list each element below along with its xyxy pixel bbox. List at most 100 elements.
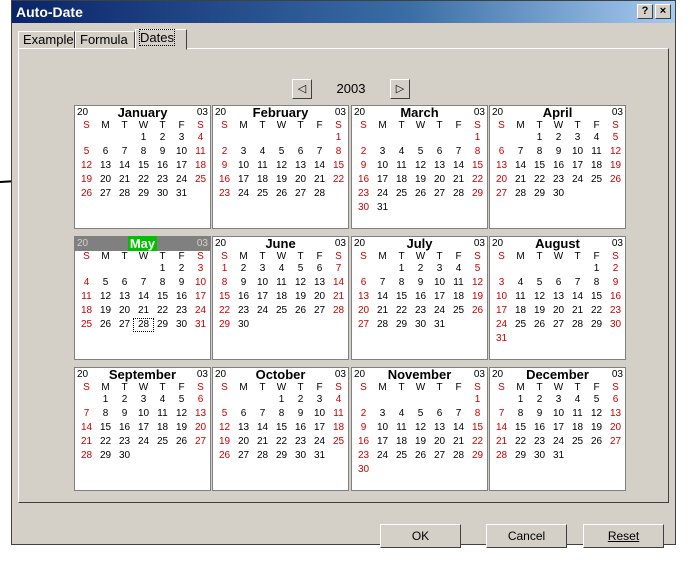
day-cell[interactable]: 20 [430,174,449,186]
day-cell[interactable]: 14 [310,160,329,172]
day-cell[interactable]: 18 [272,291,291,303]
day-cell[interactable]: 28 [492,450,511,462]
day-cell[interactable]: 16 [291,422,310,434]
day-cell[interactable]: 30 [549,188,568,200]
day-cell[interactable]: 16 [606,291,625,303]
day-cell[interactable]: 18 [329,422,348,434]
day-cell[interactable]: 13 [291,160,310,172]
day-cell[interactable]: 2 [291,394,310,406]
day-cell[interactable]: 29 [511,450,530,462]
day-cell[interactable]: 7 [329,263,348,275]
day-cell[interactable]: 4 [191,132,210,144]
day-cell[interactable]: 17 [373,436,392,448]
day-cell[interactable]: 5 [468,263,487,275]
day-cell[interactable]: 3 [430,263,449,275]
day-cell[interactable]: 11 [449,277,468,289]
day-cell[interactable]: 15 [272,422,291,434]
day-cell[interactable]: 28 [568,319,587,331]
day-cell[interactable]: 11 [329,408,348,420]
day-cell[interactable]: 14 [449,422,468,434]
day-cell[interactable]: 26 [291,305,310,317]
day-cell[interactable]: 3 [234,146,253,158]
day-cell[interactable]: 19 [468,291,487,303]
day-cell[interactable]: 12 [172,408,191,420]
day-cell[interactable]: 31 [492,333,511,345]
month-calendar-february[interactable]: 20 February 03 S M T W T F S 1 2 3 4 5 6 7 8 9 10 11 12 13 14 15… [212,105,349,229]
day-cell[interactable]: 11 [587,146,606,158]
day-cell[interactable]: 8 [468,408,487,420]
day-cell[interactable]: 11 [272,277,291,289]
day-cell[interactable]: 24 [492,319,511,331]
day-cell[interactable]: 22 [134,174,153,186]
day-cell[interactable]: 24 [373,188,392,200]
day-cell[interactable]: 7 [511,146,530,158]
day-cell[interactable]: 10 [373,160,392,172]
day-cell[interactable]: 13 [549,291,568,303]
month-calendar-july[interactable]: 20 July 03 S M T W T F S 1 2 3 4 5 6 7 8 9 10 11 12 13 14 15 16 17… [351,236,488,360]
day-cell[interactable]: 24 [134,436,153,448]
day-cell[interactable]: 5 [272,146,291,158]
day-cell[interactable]: 11 [568,408,587,420]
day-cell[interactable]: 1 [587,263,606,275]
day-cell[interactable]: 15 [468,422,487,434]
day-cell[interactable]: 7 [134,277,153,289]
day-cell[interactable]: 21 [373,305,392,317]
day-cell[interactable]: 12 [291,277,310,289]
day-cell[interactable]: 20 [191,422,210,434]
day-cell[interactable]: 3 [172,132,191,144]
day-cell[interactable]: 18 [153,422,172,434]
month-calendar-november[interactable]: 20 November 03 S M T W T F S 1 2 3 4 5 6 7 8 9 10 11 12 13 14 15… [351,367,488,491]
day-cell[interactable]: 17 [373,174,392,186]
day-cell[interactable]: 2 [172,263,191,275]
day-cell[interactable]: 13 [310,277,329,289]
day-cell[interactable]: 21 [449,174,468,186]
tab-dates[interactable]: Dates [135,29,187,50]
day-cell[interactable]: 21 [115,174,134,186]
day-cell[interactable]: 2 [234,263,253,275]
day-cell[interactable]: 23 [115,436,134,448]
day-cell[interactable]: 30 [530,450,549,462]
day-cell[interactable]: 6 [430,408,449,420]
day-cell[interactable]: 10 [234,160,253,172]
day-cell[interactable]: 4 [253,146,272,158]
day-cell[interactable]: 3 [492,277,511,289]
day-cell[interactable]: 18 [587,160,606,172]
day-cell[interactable]: 30 [606,319,625,331]
day-cell[interactable]: 6 [430,146,449,158]
day-cell[interactable]: 4 [329,394,348,406]
day-cell[interactable]: 3 [310,394,329,406]
day-cell[interactable]: 26 [96,319,115,331]
day-cell[interactable]: 1 [215,263,234,275]
day-cell[interactable]: 23 [411,305,430,317]
day-cell[interactable]: 6 [354,277,373,289]
day-cell[interactable]: 31 [373,202,392,214]
day-cell[interactable]: 25 [77,319,96,331]
day-cell[interactable]: 21 [253,436,272,448]
day-cell[interactable]: 21 [511,174,530,186]
day-cell[interactable]: 14 [115,160,134,172]
day-cell[interactable]: 15 [392,291,411,303]
day-cell[interactable]: 13 [234,422,253,434]
day-cell[interactable]: 14 [373,291,392,303]
day-cell[interactable]: 19 [77,174,96,186]
day-cell[interactable]: 23 [354,188,373,200]
day-cell[interactable]: 8 [468,146,487,158]
day-cell[interactable]: 14 [77,422,96,434]
day-cell[interactable]: 1 [329,132,348,144]
day-cell[interactable]: 13 [354,291,373,303]
day-cell[interactable]: 28 [449,188,468,200]
day-cell[interactable]: 14 [492,422,511,434]
day-cell[interactable]: 28 [329,305,348,317]
day-cell[interactable]: 7 [568,277,587,289]
day-cell[interactable]: 22 [215,305,234,317]
day-cell[interactable]: 26 [468,305,487,317]
day-cell[interactable]: 16 [234,291,253,303]
day-cell[interactable]: 12 [77,160,96,172]
day-cell[interactable]: 26 [530,319,549,331]
day-cell[interactable]: 10 [549,408,568,420]
day-cell[interactable]: 9 [549,146,568,158]
day-cell[interactable]: 10 [492,291,511,303]
day-cell[interactable]: 3 [568,132,587,144]
day-cell[interactable]: 9 [291,408,310,420]
day-cell[interactable]: 29 [392,319,411,331]
